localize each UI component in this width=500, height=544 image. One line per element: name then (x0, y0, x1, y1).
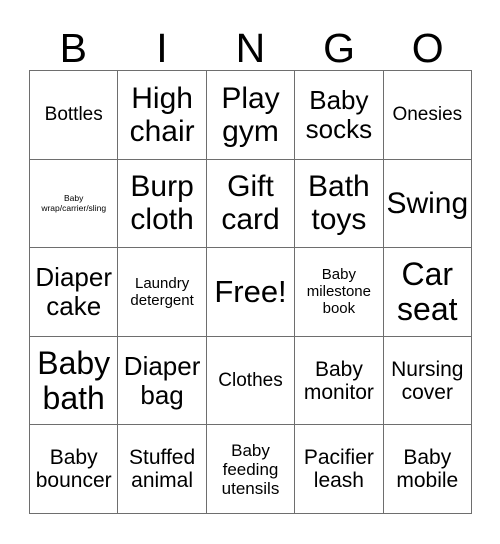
bingo-cell-label: Onesies (392, 104, 463, 126)
bingo-cell-label: Free! (214, 273, 287, 309)
bingo-cell[interactable]: Baby bouncer (30, 425, 119, 514)
bingo-cell-label: Laundry detergent (130, 274, 194, 309)
bingo-header-letter-b: B (59, 25, 87, 71)
bingo-header-letter-g: G (323, 25, 356, 71)
bingo-cell-label: Bath toys (308, 170, 370, 237)
bingo-cell[interactable]: Baby milestone book (295, 248, 384, 337)
bingo-cell[interactable]: Baby monitor (295, 336, 384, 426)
bingo-cell[interactable]: Nursing cover (383, 336, 472, 426)
bingo-cell-label: High chair (129, 81, 195, 148)
bingo-cell[interactable]: Diaper cake (30, 248, 119, 337)
bingo-cell[interactable]: Bath toys (295, 159, 384, 249)
bingo-cell[interactable]: Bottles (30, 71, 119, 160)
bingo-cell-label: Baby wrap/carrier/sling (41, 193, 107, 214)
bingo-cell[interactable]: Baby bath (30, 336, 119, 426)
bingo-cell[interactable]: Swing (383, 159, 472, 249)
bingo-cell-label: Baby bath (37, 344, 111, 416)
bingo-cell-label: Nursing cover (391, 357, 464, 404)
bingo-cell-label: Baby socks (305, 84, 373, 144)
bingo-cell-label: Baby bouncer (35, 446, 112, 493)
bingo-cell[interactable]: Clothes (206, 336, 296, 426)
bingo-cell-label: Baby mobile (396, 446, 459, 493)
bingo-cell[interactable]: Baby wrap/carrier/sling (30, 159, 119, 249)
bingo-cell[interactable]: High chair (118, 71, 207, 160)
bingo-cell-label: Swing (386, 186, 469, 220)
bingo-cell-label: Play gym (221, 81, 280, 148)
bingo-cell-label: Burp cloth (130, 170, 194, 237)
bingo-cell-label: Bottles (44, 104, 103, 126)
bingo-cell-label: Gift card (221, 170, 280, 237)
bingo-cell[interactable]: Car seat (383, 248, 472, 337)
bingo-header-letter-i: I (156, 25, 168, 71)
bingo-cell-label: Diaper cake (35, 261, 112, 321)
bingo-cell[interactable]: Baby socks (295, 71, 384, 160)
bingo-cell-label: Clothes (218, 370, 283, 392)
bingo-cell[interactable]: Burp cloth (118, 159, 207, 249)
bingo-cell[interactable]: Diaper bag (118, 336, 207, 426)
bingo-cell[interactable]: Gift card (206, 159, 296, 249)
bingo-cell[interactable]: Baby feeding utensils (206, 425, 296, 514)
bingo-cell[interactable]: Play gym (206, 71, 296, 160)
bingo-cell-label: Pacifier leash (303, 446, 374, 493)
bingo-cell-label: Baby feeding utensils (221, 440, 280, 498)
bingo-grid: Bottles High chair Play gym Baby socks Onesi… (29, 70, 472, 514)
bingo-header-letter-n: N (235, 25, 266, 71)
bingo-cell[interactable]: Stuffed animal (118, 425, 207, 514)
bingo-cell-label: Diaper bag (123, 350, 201, 410)
bingo-header-letter-o: O (411, 25, 444, 71)
bingo-cell[interactable]: Laundry detergent (118, 248, 207, 337)
bingo-card: B I N G O Bottles High chair Play gym Baby … (0, 0, 500, 544)
bingo-cell[interactable]: Baby mobile (383, 425, 472, 514)
bingo-cell-label: Stuffed animal (129, 446, 196, 493)
bingo-cell-label: Baby monitor (303, 357, 374, 404)
bingo-cell[interactable]: Onesies (383, 71, 472, 160)
bingo-cell[interactable]: Pacifier leash (295, 425, 384, 514)
bingo-cell-label: Car seat (397, 255, 458, 327)
bingo-cell-label: Baby milestone book (306, 266, 371, 318)
bingo-cell[interactable]: Free! (206, 248, 296, 337)
bingo-header-row: B I N G O (29, 14, 472, 70)
